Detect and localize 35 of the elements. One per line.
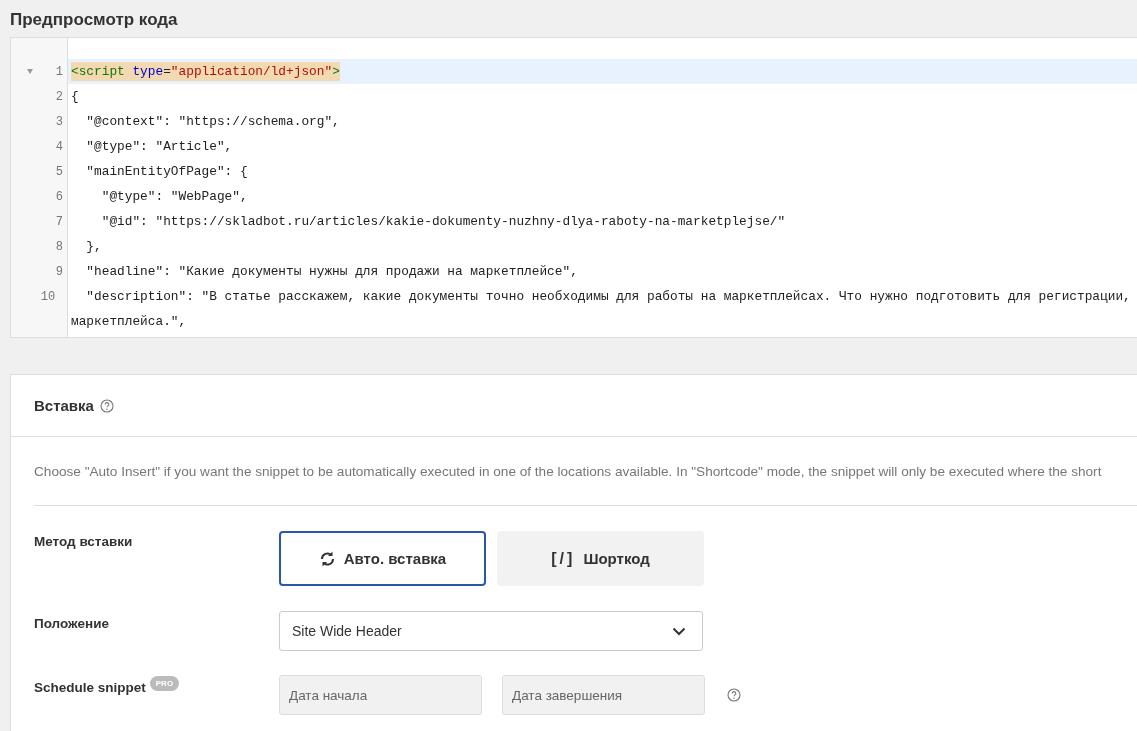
fold-arrow-icon[interactable] <box>27 69 33 74</box>
location-select[interactable]: Site Wide Header <box>279 611 703 651</box>
refresh-icon <box>318 549 336 568</box>
line-number: 9 <box>55 264 63 279</box>
line-number: 10 <box>40 289 56 304</box>
line-number: 3 <box>55 114 63 129</box>
insert-method-button[interactable]: [/] Шорткод <box>497 531 704 586</box>
line-number: 7 <box>55 214 63 229</box>
card-title: Вставка <box>34 397 94 414</box>
code-line: "headline": "Какие документы нужны для продажи на маркетплейсе", <box>85 264 578 279</box>
code-line: "mainEntityOfPage": { <box>85 164 248 179</box>
field-label: Метод вставки <box>34 533 134 551</box>
code-line: { <box>71 89 79 104</box>
code-line: "@type": "Article", <box>85 139 233 154</box>
line-number: 2 <box>55 89 63 104</box>
code-line: }, <box>85 239 102 254</box>
code-line: маркетплейса.", <box>71 314 187 329</box>
code-line: "@id": "https://skladbot.ru/articles/kakie-dokumenty-nuzhny-dlya-raboty-na-marketplejse/" <box>100 214 786 229</box>
code-line: "description": "В статье расскажем, какие документы точно необходимы для работы на маркетплейсах. Что нужно подготовить для регистрации, <box>85 289 1131 304</box>
help-icon[interactable] <box>99 398 114 413</box>
line-number: 4 <box>55 139 63 154</box>
field-label: Schedule snippet <box>34 680 146 695</box>
line-number: 5 <box>55 164 63 179</box>
code-line: "@context": "https://schema.org", <box>85 114 340 129</box>
description-text: Choose "Auto Insert" if you want the snippet to be automatically executed in one of the locations available. In "Shortcode" mode, the snippet will only be executed where the short <box>34 437 1137 506</box>
field-label: Положение <box>34 615 110 633</box>
pro-badge: PRO <box>149 676 180 691</box>
help-icon[interactable] <box>727 688 741 702</box>
code-line: "@type": "WebPage", <box>100 189 248 204</box>
chevron-down-icon <box>672 626 686 636</box>
section-title: Предпросмотр кода <box>9 9 179 31</box>
line-number: 6 <box>55 189 63 204</box>
line-number: 1 <box>55 64 63 79</box>
insert-method-button[interactable]: Авто. вставка <box>279 531 486 586</box>
line-number: 8 <box>55 239 63 254</box>
